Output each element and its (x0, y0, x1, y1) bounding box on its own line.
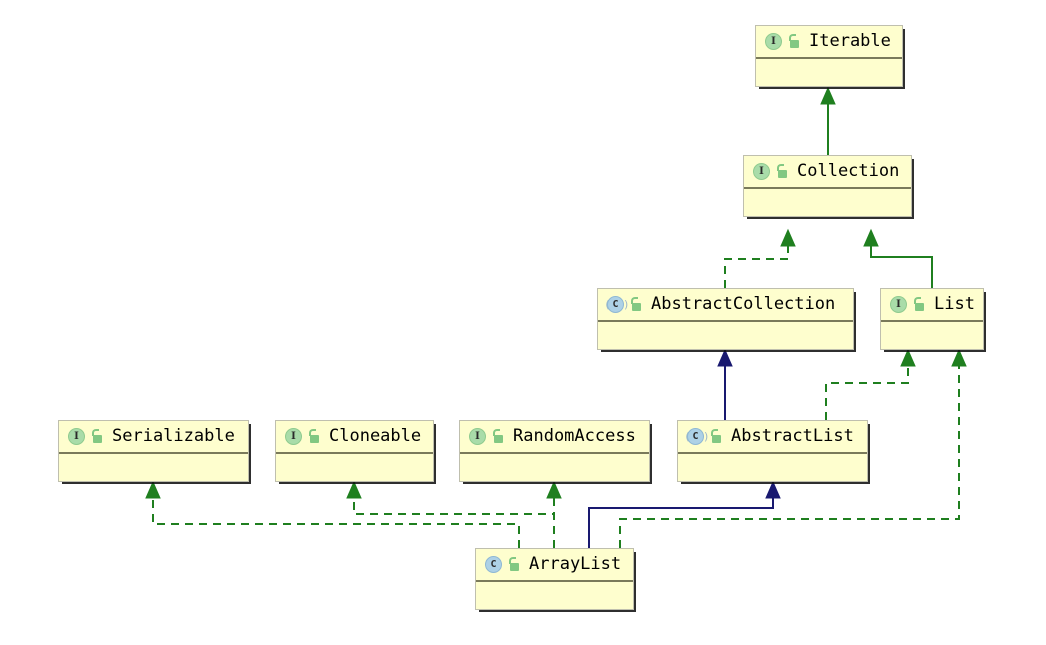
node-title-row: I Iterable (756, 26, 902, 59)
interface-circle-icon: I (753, 163, 770, 180)
node-title-row: (C) AbstractList (678, 421, 867, 454)
node-label: AbstractCollection (651, 294, 836, 314)
node-title-row: I RandomAccess (460, 421, 649, 454)
uml-node-serializable[interactable]: I Serializable (58, 420, 249, 482)
edge-abstractlist-to-abstractcollection (717, 348, 733, 420)
interface-circle-icon: I (890, 296, 907, 313)
edge-arraylist-to-randomaccess (546, 480, 562, 548)
node-label: Serializable (112, 426, 235, 446)
class-circle-icon: (C) (684, 428, 710, 445)
class-circle-icon: (C) (604, 296, 630, 313)
interface-circle-icon: I (765, 33, 782, 50)
node-members-compartment (59, 454, 248, 481)
open-padlock-icon (629, 297, 642, 312)
node-label: List (934, 294, 975, 314)
node-title-row: C ArrayList (476, 549, 633, 582)
class-circle-icon: C (485, 556, 502, 573)
node-title-row: I List (881, 289, 983, 322)
open-padlock-icon (775, 164, 788, 179)
node-members-compartment (881, 322, 983, 349)
open-padlock-icon (307, 429, 320, 444)
uml-node-randomaccess[interactable]: I RandomAccess (459, 420, 650, 482)
uml-node-abstractlist[interactable]: (C) AbstractList (677, 420, 868, 482)
node-members-compartment (744, 189, 911, 216)
open-padlock-icon (507, 557, 520, 572)
node-title-row: I Cloneable (276, 421, 433, 454)
node-label: RandomAccess (513, 426, 636, 446)
node-label: ArrayList (529, 554, 622, 574)
node-members-compartment (756, 59, 902, 86)
uml-node-collection[interactable]: I Collection (743, 155, 912, 217)
node-title-row: I Serializable (59, 421, 248, 454)
node-title-row: (C) AbstractCollection (598, 289, 853, 322)
uml-node-abstractcollection[interactable]: (C) AbstractCollection (597, 288, 854, 350)
open-padlock-icon (491, 429, 504, 444)
node-members-compartment (276, 454, 433, 481)
uml-node-iterable[interactable]: I Iterable (755, 25, 903, 87)
open-padlock-icon (787, 34, 800, 49)
node-label: Iterable (809, 31, 891, 51)
node-members-compartment (598, 322, 853, 349)
edge-abstractcollection-to-collection (724, 228, 796, 288)
node-members-compartment (460, 454, 649, 481)
edge-arraylist-to-abstractlist (588, 480, 781, 548)
edge-arraylist-to-serializable (145, 480, 520, 548)
node-label: Collection (797, 161, 900, 181)
uml-node-cloneable[interactable]: I Cloneable (275, 420, 434, 482)
uml-node-list[interactable]: I List (880, 288, 984, 350)
interface-circle-icon: I (68, 428, 85, 445)
edge-list-to-collection (863, 228, 933, 288)
open-padlock-icon (709, 429, 722, 444)
node-title-row: I Collection (744, 156, 911, 189)
uml-class-diagram: I Iterable I Collection (C) (0, 0, 1046, 645)
interface-circle-icon: I (469, 428, 486, 445)
edge-arraylist-to-cloneable (346, 480, 555, 548)
node-label: Cloneable (329, 426, 422, 446)
node-label: AbstractList (731, 426, 854, 446)
uml-node-arraylist[interactable]: C ArrayList (475, 548, 634, 610)
node-members-compartment (476, 582, 633, 609)
interface-circle-icon: I (285, 428, 302, 445)
open-padlock-icon (90, 429, 103, 444)
node-members-compartment (678, 454, 867, 481)
open-padlock-icon (912, 297, 925, 312)
edge-collection-to-iterable (820, 86, 836, 155)
edge-abstractlist-to-list (825, 348, 916, 420)
